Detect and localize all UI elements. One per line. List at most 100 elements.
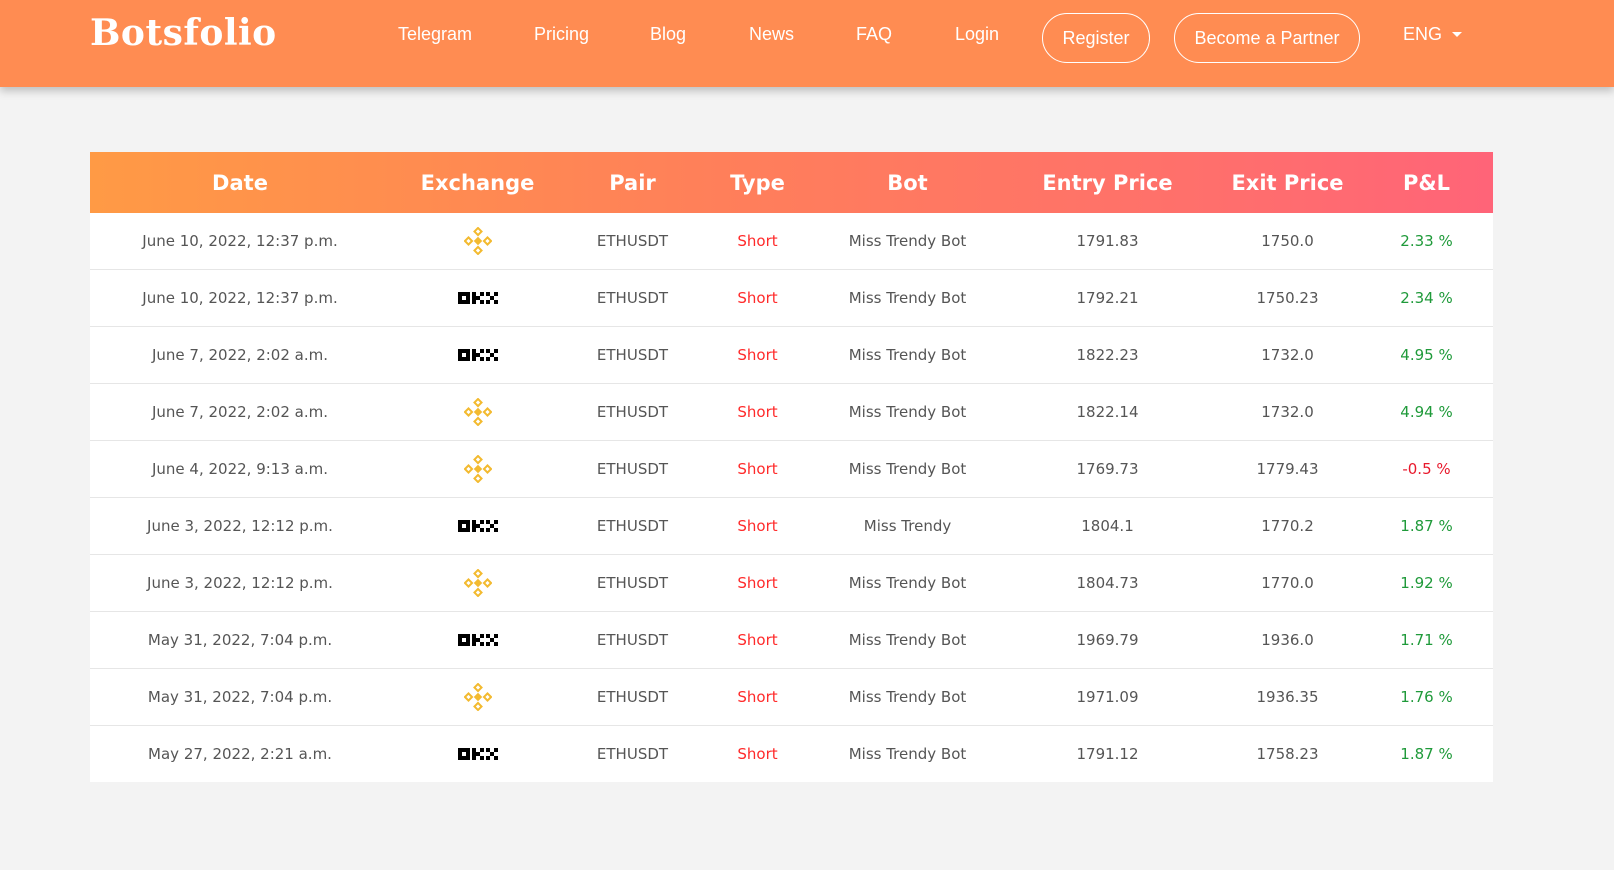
become-partner-button[interactable]: Become a Partner (1174, 13, 1360, 63)
entry-price-cell: 1791.83 (1076, 232, 1139, 250)
binance-icon (463, 227, 492, 255)
bot-cell: Miss Trendy (863, 517, 952, 535)
table-row: June 10, 2022, 12:37 p.m. ETHUSDT Short … (90, 269, 1493, 326)
exchange-cell (390, 683, 565, 711)
okx-icon (457, 349, 498, 361)
nav-login[interactable]: Login (955, 24, 999, 45)
table-body: June 10, 2022, 12:37 p.m. ETHUSDT Short … (90, 213, 1493, 782)
date-cell: June 3, 2022, 12:12 p.m. (147, 574, 333, 592)
header-pair: Pair (609, 170, 656, 195)
pair-cell: ETHUSDT (596, 460, 669, 478)
pnl-cell: 1.87 % (1400, 745, 1453, 763)
language-label: ENG (1403, 24, 1443, 44)
nav-pricing[interactable]: Pricing (534, 24, 589, 45)
caret-down-icon (1452, 32, 1463, 37)
exchange-cell (390, 398, 565, 426)
okx-icon (457, 520, 498, 532)
date-cell: May 31, 2022, 7:04 p.m. (147, 688, 333, 706)
pair-cell: ETHUSDT (596, 346, 669, 364)
bot-cell: Miss Trendy Bot (848, 460, 967, 478)
exit-price-cell: 1750.23 (1256, 289, 1319, 307)
header-entry-price: Entry Price (1042, 170, 1173, 195)
table-row: May 31, 2022, 7:04 p.m. ETHUSDT Short Mi… (90, 611, 1493, 668)
exit-price-cell: 1732.0 (1261, 403, 1314, 421)
entry-price-cell: 1804.73 (1076, 574, 1139, 592)
type-cell: Short (737, 346, 778, 364)
exchange-cell (390, 455, 565, 483)
exchange-cell (390, 633, 565, 647)
type-cell: Short (737, 460, 778, 478)
entry-price-cell: 1822.14 (1076, 403, 1139, 421)
pnl-cell: 1.87 % (1400, 517, 1453, 535)
table-row: June 7, 2022, 2:02 a.m. ETHUSDT Short Mi… (90, 326, 1493, 383)
header-exchange: Exchange (420, 170, 535, 195)
exchange-cell (390, 569, 565, 597)
pnl-cell: 1.92 % (1400, 574, 1453, 592)
date-cell: June 7, 2022, 2:02 a.m. (151, 403, 328, 421)
header-bot: Bot (887, 170, 928, 195)
top-navbar: Botsfolio Telegram Pricing Blog News FAQ… (0, 0, 1614, 87)
pnl-cell: 1.71 % (1400, 631, 1453, 649)
nav-blog[interactable]: Blog (650, 24, 686, 45)
header-date: Date (212, 170, 268, 195)
table-row: May 31, 2022, 7:04 p.m. ETHUSDT Short Mi… (90, 668, 1493, 725)
bot-cell: Miss Trendy Bot (848, 289, 967, 307)
exchange-cell (390, 519, 565, 533)
table-row: May 27, 2022, 2:21 a.m. ETHUSDT Short Mi… (90, 725, 1493, 782)
pnl-cell: 4.94 % (1400, 403, 1453, 421)
entry-price-cell: 1792.21 (1076, 289, 1139, 307)
entry-price-cell: 1822.23 (1076, 346, 1139, 364)
bot-cell: Miss Trendy Bot (848, 574, 967, 592)
exchange-cell (390, 348, 565, 362)
pnl-cell: 4.95 % (1400, 346, 1453, 364)
exit-price-cell: 1936.0 (1261, 631, 1314, 649)
bot-cell: Miss Trendy Bot (848, 631, 967, 649)
exchange-cell (390, 747, 565, 761)
entry-price-cell: 1791.12 (1076, 745, 1139, 763)
pnl-cell: -0.5 % (1402, 460, 1451, 478)
pair-cell: ETHUSDT (596, 745, 669, 763)
bot-cell: Miss Trendy Bot (848, 403, 967, 421)
exit-price-cell: 1758.23 (1256, 745, 1319, 763)
pair-cell: ETHUSDT (596, 688, 669, 706)
pair-cell: ETHUSDT (596, 403, 669, 421)
okx-icon (457, 292, 498, 304)
date-cell: June 3, 2022, 12:12 p.m. (147, 517, 333, 535)
language-dropdown[interactable]: ENG (1403, 24, 1463, 45)
header-pnl: P&L (1402, 170, 1451, 195)
okx-icon (457, 634, 498, 646)
nav-faq[interactable]: FAQ (856, 24, 892, 45)
brand-logo[interactable]: Botsfolio (90, 12, 277, 54)
bot-cell: Miss Trendy Bot (848, 232, 967, 250)
table-header: Date Exchange Pair Type Bot Entry Price … (90, 152, 1493, 213)
nav-news[interactable]: News (749, 24, 794, 45)
date-cell: June 4, 2022, 9:13 a.m. (151, 460, 328, 478)
exchange-cell (390, 291, 565, 305)
type-cell: Short (737, 289, 778, 307)
date-cell: May 31, 2022, 7:04 p.m. (147, 631, 333, 649)
exit-price-cell: 1770.0 (1261, 574, 1314, 592)
binance-icon (463, 455, 492, 483)
exit-price-cell: 1770.2 (1261, 517, 1314, 535)
exit-price-cell: 1779.43 (1256, 460, 1319, 478)
nav-telegram[interactable]: Telegram (398, 24, 472, 45)
header-exit-price: Exit Price (1231, 170, 1344, 195)
entry-price-cell: 1804.1 (1081, 517, 1134, 535)
exchange-cell (390, 227, 565, 255)
pair-cell: ETHUSDT (596, 517, 669, 535)
register-button[interactable]: Register (1042, 13, 1150, 63)
pnl-cell: 1.76 % (1400, 688, 1453, 706)
pair-cell: ETHUSDT (596, 289, 669, 307)
exit-price-cell: 1750.0 (1261, 232, 1314, 250)
type-cell: Short (737, 403, 778, 421)
date-cell: June 10, 2022, 12:37 p.m. (142, 289, 338, 307)
header-type: Type (730, 170, 785, 195)
trades-table: Date Exchange Pair Type Bot Entry Price … (90, 152, 1493, 782)
entry-price-cell: 1769.73 (1076, 460, 1139, 478)
bot-cell: Miss Trendy Bot (848, 745, 967, 763)
type-cell: Short (737, 745, 778, 763)
bot-cell: Miss Trendy Bot (848, 346, 967, 364)
table-row: June 4, 2022, 9:13 a.m. ETHUSDT Short Mi… (90, 440, 1493, 497)
table-row: June 3, 2022, 12:12 p.m. ETHUSDT Short M… (90, 497, 1493, 554)
bot-cell: Miss Trendy Bot (848, 688, 967, 706)
